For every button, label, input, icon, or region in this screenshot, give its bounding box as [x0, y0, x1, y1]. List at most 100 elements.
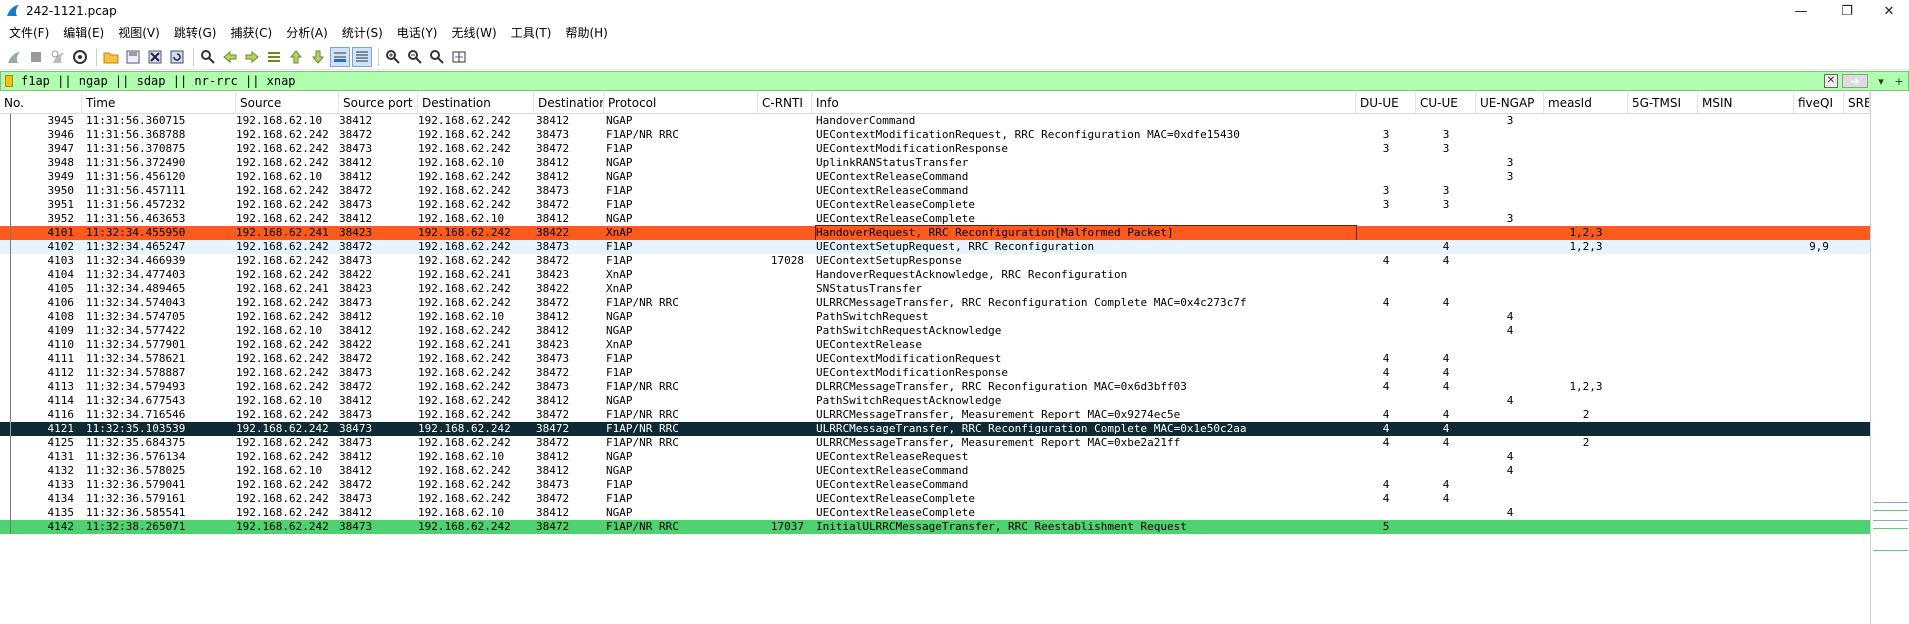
- packet-row[interactable]: 4132 11:32:36.578025 192.168.62.10 38412 192…: [0, 464, 1870, 478]
- packet-row[interactable]: 4113 11:32:34.579493 192.168.62.242 38472 19…: [0, 380, 1870, 394]
- packet-row[interactable]: 3947 11:31:56.370875 192.168.62.242 38473 19…: [0, 142, 1870, 156]
- info-column-header[interactable]: Info: [812, 92, 1356, 114]
- menu-edit[interactable]: 编辑(E): [56, 22, 111, 44]
- cell-tmsi: [1628, 436, 1698, 450]
- zoom-in-button[interactable]: [383, 47, 403, 67]
- zoom-in-icon: [386, 49, 400, 64]
- filter-bookmark-button[interactable]: [1, 72, 17, 90]
- menu-statistics[interactable]: 统计(S): [335, 22, 390, 44]
- display-filter-input[interactable]: [17, 72, 1824, 90]
- save-file-button[interactable]: [123, 47, 143, 67]
- last-packet-button[interactable]: [308, 47, 328, 67]
- stop-capture-button[interactable]: [26, 47, 46, 67]
- packet-row[interactable]: 4112 11:32:34.578887 192.168.62.242 38473 19…: [0, 366, 1870, 380]
- packet-row[interactable]: 3946 11:31:56.368788 192.168.62.242 38472 19…: [0, 128, 1870, 142]
- menu-view[interactable]: 视图(V): [111, 22, 167, 44]
- reload-file-button[interactable]: [167, 47, 187, 67]
- go-back-button[interactable]: [220, 47, 240, 67]
- go-forward-button[interactable]: [242, 47, 262, 67]
- c-rnti-column-header[interactable]: C-RNTI: [758, 92, 812, 114]
- packet-row[interactable]: 4110 11:32:34.577901 192.168.62.242 38422 19…: [0, 338, 1870, 352]
- start-capture-button[interactable]: [4, 47, 24, 67]
- first-packet-button[interactable]: [286, 47, 306, 67]
- cell-cu: 4: [1442, 408, 1450, 421]
- ue-ngap-column-header[interactable]: UE-NGAP: [1476, 92, 1544, 114]
- cell-crnti: [758, 212, 808, 226]
- protocol-column-header[interactable]: Protocol: [604, 92, 758, 114]
- srb-column-header[interactable]: SRB: [1844, 92, 1870, 114]
- source-port-column-header[interactable]: Source port: [339, 92, 418, 114]
- packet-row[interactable]: 4109 11:32:34.577422 192.168.62.10 38412 192…: [0, 324, 1870, 338]
- filter-dropdown-button[interactable]: ▾: [1872, 72, 1890, 90]
- menu-file[interactable]: 文件(F): [2, 22, 56, 44]
- close-file-button[interactable]: [145, 47, 165, 67]
- packet-row[interactable]: 3948 11:31:56.372490 192.168.62.242 38412 19…: [0, 156, 1870, 170]
- packet-row[interactable]: 4101 11:32:34.455950 192.168.62.241 38423 19…: [0, 225, 1870, 241]
- time-column-header[interactable]: Time: [82, 92, 236, 114]
- packet-row[interactable]: 3949 11:31:56.456120 192.168.62.10 38412 192…: [0, 170, 1870, 184]
- packet-row[interactable]: 3950 11:31:56.457111 192.168.62.242 38472 19…: [0, 184, 1870, 198]
- packet-row[interactable]: 4125 11:32:35.684375 192.168.62.242 38473 19…: [0, 436, 1870, 450]
- go-to-packet-button[interactable]: [264, 47, 284, 67]
- packet-row[interactable]: 4114 11:32:34.677543 192.168.62.10 38412 192…: [0, 394, 1870, 408]
- cell-info: UEContextModificationRequest, RRC Reconf…: [816, 128, 1240, 141]
- packet-row[interactable]: 4133 11:32:36.579041 192.168.62.242 38472 19…: [0, 478, 1870, 492]
- clear-filter-button[interactable]: ✕: [1824, 74, 1838, 88]
- packet-row[interactable]: 4116 11:32:34.716546 192.168.62.242 38473 19…: [0, 408, 1870, 422]
- packet-row[interactable]: 4105 11:32:34.489465 192.168.62.241 38423 19…: [0, 282, 1870, 296]
- 5g-tmsi-column-header[interactable]: 5G-TMSI: [1628, 92, 1698, 114]
- packet-list-scrollbar[interactable]: [1870, 92, 1909, 624]
- restore-button[interactable]: ❐: [1824, 0, 1870, 22]
- add-filter-button[interactable]: +: [1890, 72, 1908, 90]
- packet-row[interactable]: 3945 11:31:56.360715 192.168.62.10 38412 192…: [0, 114, 1870, 128]
- cell-srb: [1844, 422, 1870, 436]
- apply-filter-button[interactable]: ➜: [1842, 74, 1868, 88]
- menu-help[interactable]: 帮助(H): [558, 22, 614, 44]
- cell-dst: 192.168.62.242: [418, 128, 511, 141]
- packet-row[interactable]: 3951 11:31:56.457232 192.168.62.242 38473 19…: [0, 198, 1870, 212]
- find-packet-button[interactable]: [198, 47, 218, 67]
- menu-tools[interactable]: 工具(T): [504, 22, 559, 44]
- cell-time: 11:32:36.579161: [86, 492, 186, 505]
- measid-column-header[interactable]: measId: [1544, 92, 1628, 114]
- normal-size-button[interactable]: [427, 47, 447, 67]
- packet-row[interactable]: 4121 11:32:35.103539 192.168.62.242 38473 19…: [0, 422, 1870, 436]
- no-column-header[interactable]: No.: [0, 92, 82, 114]
- packet-row[interactable]: 4131 11:32:36.576134 192.168.62.242 38412 19…: [0, 450, 1870, 464]
- zoom-out-button[interactable]: [405, 47, 425, 67]
- menu-go[interactable]: 跳转(G): [167, 22, 224, 44]
- du-ue-column-header[interactable]: DU-UE: [1356, 92, 1416, 114]
- packet-row[interactable]: 4104 11:32:34.477403 192.168.62.242 38422 19…: [0, 268, 1870, 282]
- resize-columns-button[interactable]: [449, 47, 469, 67]
- source-column-header[interactable]: Source: [236, 92, 339, 114]
- packet-row[interactable]: 4106 11:32:34.574043 192.168.62.242 38473 19…: [0, 296, 1870, 310]
- capture-options-button[interactable]: [70, 47, 90, 67]
- menu-capture[interactable]: 捕获(C): [223, 22, 279, 44]
- packet-row[interactable]: 4102 11:32:34.465247 192.168.62.242 38472 19…: [0, 240, 1870, 254]
- msin-column-header[interactable]: MSIN: [1698, 92, 1794, 114]
- open-file-button[interactable]: [101, 47, 121, 67]
- packet-list[interactable]: No. Time Source Source port Destination Desti…: [0, 92, 1870, 624]
- cell-msin: [1698, 338, 1794, 352]
- menu-wireless[interactable]: 无线(W): [445, 22, 504, 44]
- cell-crnti: [758, 226, 808, 240]
- menu-analyze[interactable]: 分析(A): [279, 22, 335, 44]
- packet-row[interactable]: 4142 11:32:38.265071 192.168.62.242 38473 19…: [0, 520, 1870, 534]
- packet-row[interactable]: 4103 11:32:34.466939 192.168.62.242 38473 19…: [0, 254, 1870, 268]
- cu-ue-column-header[interactable]: CU-UE: [1416, 92, 1476, 114]
- destination-port-column-header[interactable]: Destination: [534, 92, 604, 114]
- menu-telephony[interactable]: 电话(Y): [390, 22, 445, 44]
- packet-row[interactable]: 4108 11:32:34.574705 192.168.62.242 38412 19…: [0, 310, 1870, 324]
- stop-icon: [31, 51, 41, 62]
- packet-row[interactable]: 4111 11:32:34.578621 192.168.62.242 38472 19…: [0, 352, 1870, 366]
- colorize-button[interactable]: [352, 46, 372, 67]
- fiveqi-column-header[interactable]: fiveQI: [1794, 92, 1844, 114]
- packet-row[interactable]: 4134 11:32:36.579161 192.168.62.242 38473 19…: [0, 492, 1870, 506]
- packet-row[interactable]: 4135 11:32:36.585541 192.168.62.242 38412 19…: [0, 506, 1870, 520]
- restart-capture-button[interactable]: [48, 47, 68, 67]
- auto-scroll-button[interactable]: [330, 46, 350, 67]
- packet-row[interactable]: 3952 11:31:56.463653 192.168.62.242 38412 19…: [0, 212, 1870, 226]
- minimize-button[interactable]: —: [1778, 0, 1824, 22]
- destination-column-header[interactable]: Destination: [418, 92, 534, 114]
- close-button[interactable]: ✕: [1866, 0, 1909, 22]
